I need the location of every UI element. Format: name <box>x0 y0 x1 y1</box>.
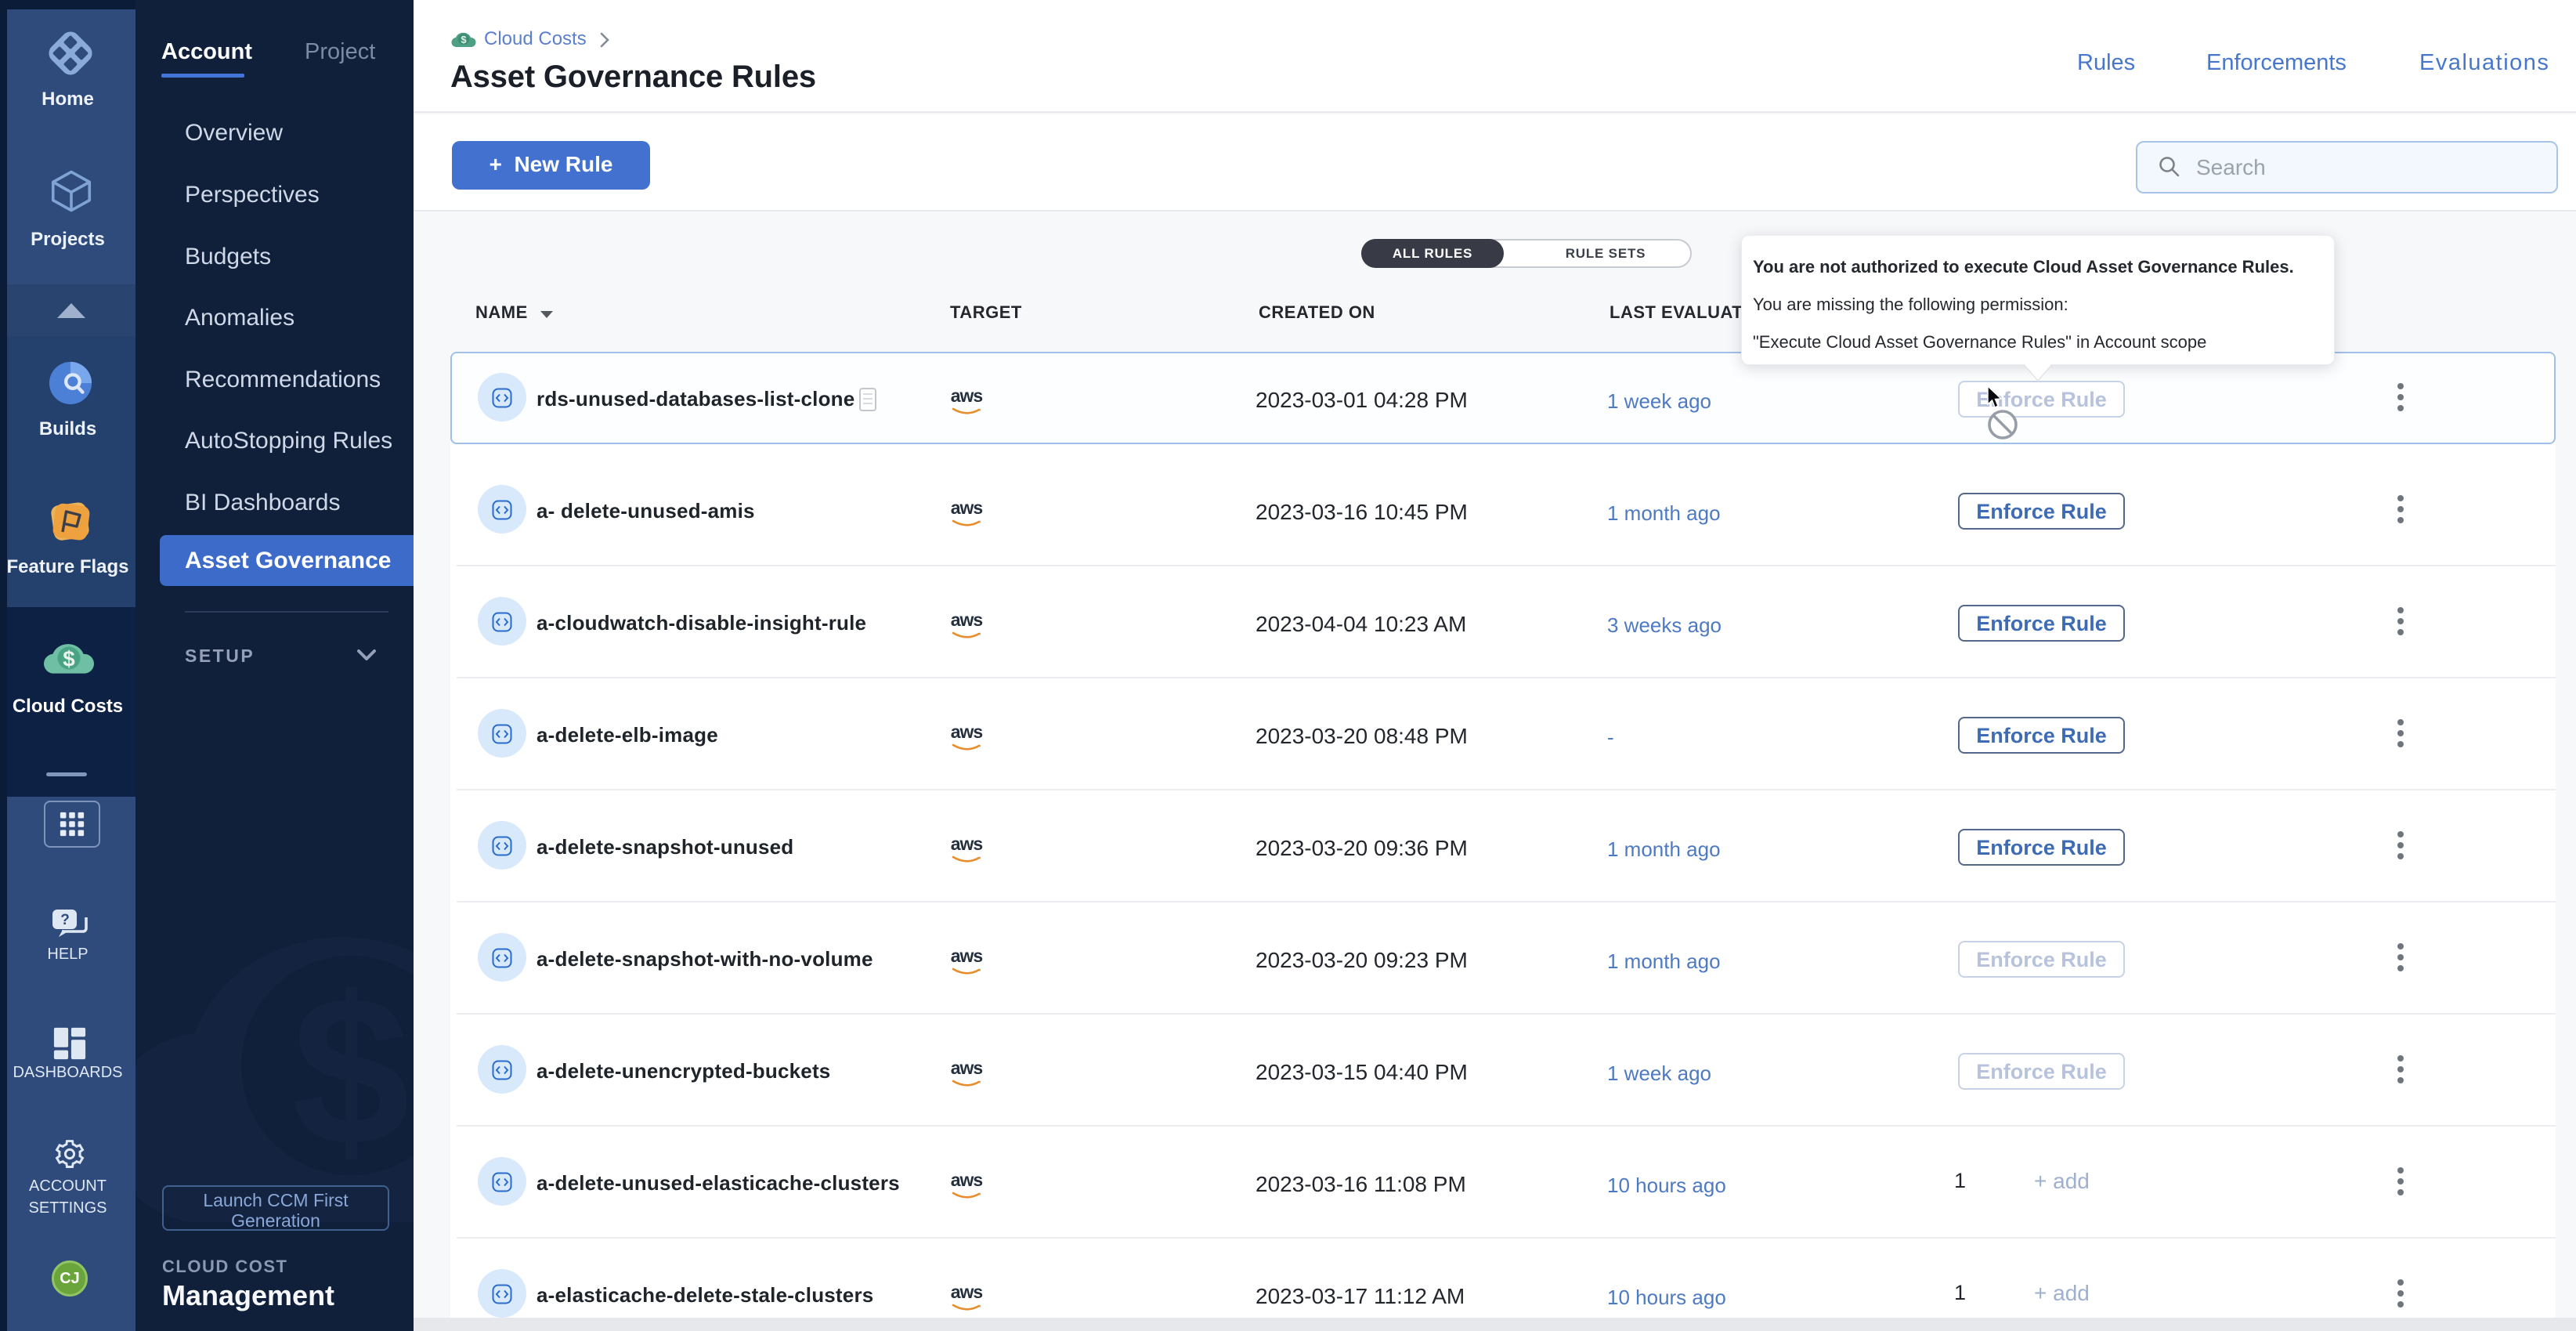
svg-text:?: ? <box>60 912 70 928</box>
svg-text:$: $ <box>63 646 75 671</box>
svg-text:$: $ <box>292 953 410 1189</box>
svg-text:$: $ <box>461 34 467 45</box>
